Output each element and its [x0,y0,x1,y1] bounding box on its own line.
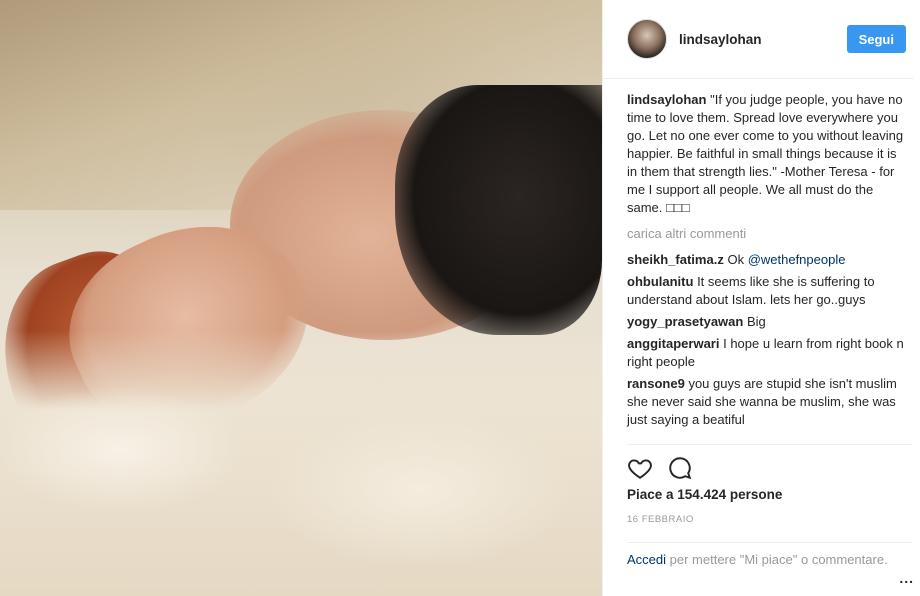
comment-text: Big [746,314,766,329]
list-item: ransone9 you guys are stupid she isn't m… [627,375,908,429]
post-header: lindsaylohan Segui [603,0,914,79]
comment-text: Ok [727,252,748,267]
caption: lindsaylohan "If you judge people, you h… [627,91,908,217]
more-options-icon[interactable]: ... [899,570,914,586]
comment-author[interactable]: yogy_prasetyawan [627,314,743,329]
post-photo[interactable] [0,0,602,596]
comment-icon[interactable] [667,455,693,481]
likes-count[interactable]: Piace a 154.424 persone [627,487,782,502]
login-prompt: Accedi per mettere "Mi piace" o commenta… [627,542,912,569]
list-item: sheikh_fatima.z Ok @wethefnpeople [627,251,908,269]
list-item: anggitaperwari I hope u learn from right… [627,335,908,371]
login-link[interactable]: Accedi [627,552,666,567]
heart-icon[interactable] [627,455,653,481]
login-prompt-text: per mettere "Mi piace" o commentare. [666,552,888,567]
post-actions [627,444,912,484]
comment-author[interactable]: anggitaperwari [627,336,719,351]
load-more-comments[interactable]: carica altri commenti [627,225,908,243]
caption-author[interactable]: lindsaylohan [627,92,706,107]
photo-garment [395,85,602,335]
post-sidebar: lindsaylohan Segui lindsaylohan "If you … [602,0,920,596]
comment-author[interactable]: ransone9 [627,376,685,391]
photo-fabric [0,330,602,596]
post-date: 16 febbraio [627,514,694,525]
avatar[interactable] [627,19,667,59]
author-username[interactable]: lindsaylohan [679,32,847,47]
comments-list: lindsaylohan "If you judge people, you h… [603,79,920,444]
follow-button[interactable]: Segui [846,25,906,53]
comment-author[interactable]: ohbulanitu [627,274,693,289]
list-item: ohbulanitu It seems like she is sufferin… [627,273,908,309]
comment-mention[interactable]: @wethefnpeople [748,252,846,267]
list-item: yogy_prasetyawan Big [627,313,908,331]
post-dialog: lindsaylohan Segui lindsaylohan "If you … [0,0,920,596]
comment-author[interactable]: sheikh_fatima.z [627,252,724,267]
caption-text: "If you judge people, you have no time t… [627,92,904,215]
